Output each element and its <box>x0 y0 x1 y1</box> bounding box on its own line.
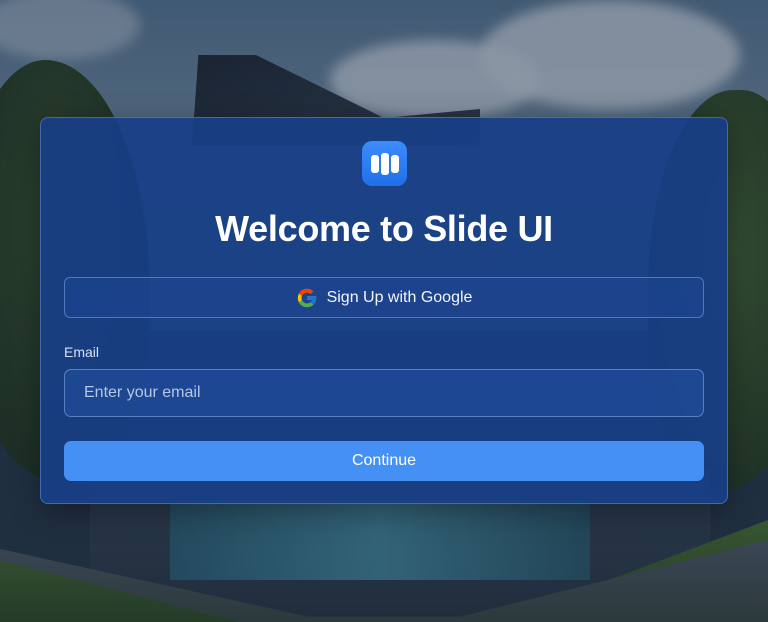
email-field[interactable] <box>64 369 704 417</box>
google-icon <box>296 287 318 309</box>
google-signup-label: Sign Up with Google <box>326 288 473 306</box>
signup-card: Welcome to Slide UI Sign Up with Google … <box>40 117 728 504</box>
google-signup-button[interactable]: Sign Up with Google <box>64 277 704 318</box>
continue-button[interactable]: Continue <box>64 441 704 481</box>
slide-ui-logo-icon <box>362 141 407 186</box>
email-label: Email <box>64 344 100 360</box>
page-title: Welcome to Slide UI <box>215 208 553 249</box>
